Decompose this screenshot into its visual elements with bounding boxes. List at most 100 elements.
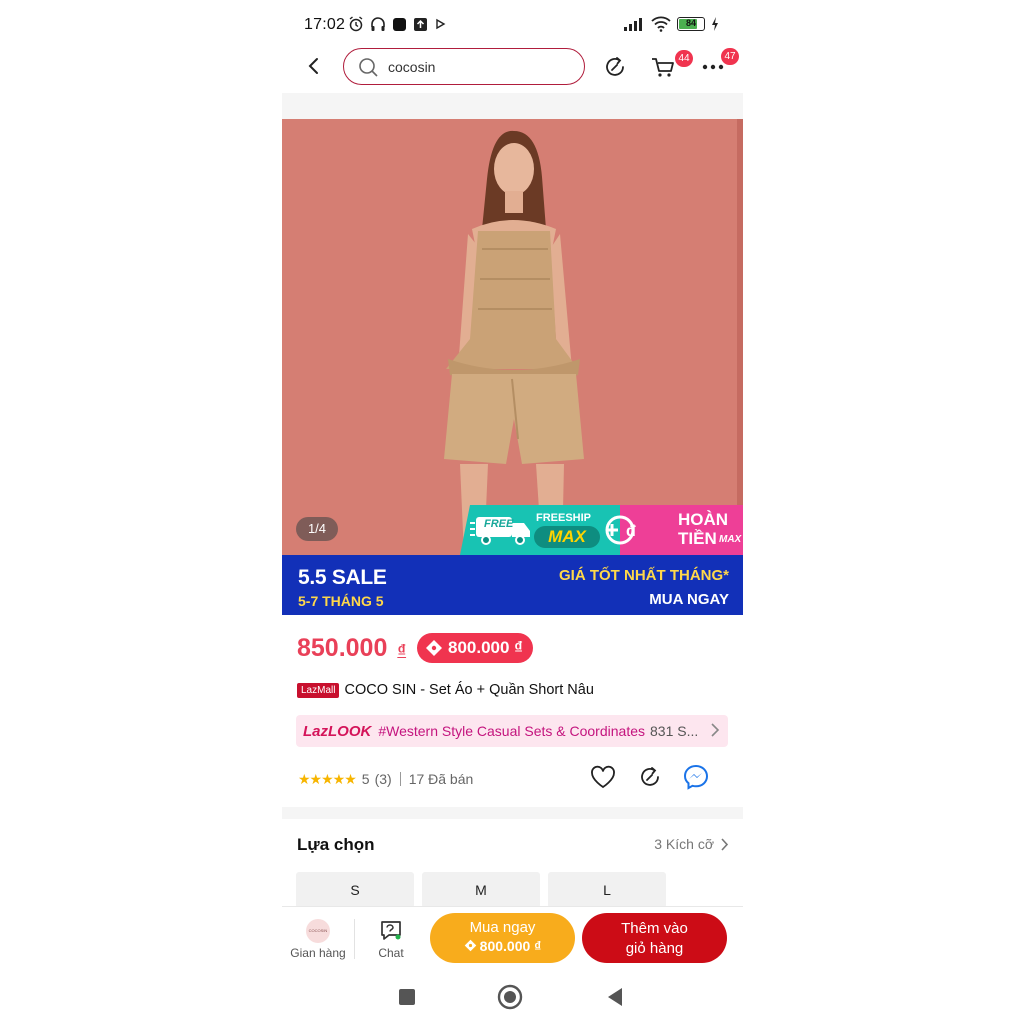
recents-button[interactable] [394,984,420,1010]
share-icon [641,767,659,786]
product-image[interactable]: 1/4 [282,119,743,555]
voucher-price-value: 800.000 ₫ [448,638,523,657]
product-title: COCO SIN - Set Áo + Quần Short Nâu [344,682,594,698]
phone-frame: 17:02 84 44 [282,0,743,1024]
share-icon [606,57,624,76]
store-label: Gian hàng [290,946,346,960]
chat-button[interactable]: Chat [362,919,420,960]
screen: 17:02 84 44 [0,0,1024,1024]
free-label: FREE [484,518,514,530]
sale-banner[interactable]: 5.5 SALE 5-7 THÁNG 5 GIÁ TỐT NHẤT THÁNG*… [282,555,743,615]
lazlook-tag: #Western Style Casual Sets & Coordinates [378,723,645,739]
voucher-icon [426,640,442,656]
product-price: 850.000 ₫ [297,634,406,663]
sale-dates: 5-7 THÁNG 5 [298,593,384,609]
spacer [282,807,743,819]
system-navigation-bar [282,970,743,1024]
divider [354,919,355,959]
freeship-max-label: MAX [534,526,600,548]
buy-now-label: Mua ngay [469,919,536,936]
wishlist-button[interactable] [588,762,618,792]
signal-icon [624,18,642,31]
price-value: 850.000 [297,634,388,662]
chevron-right-icon [721,837,729,851]
freeship-max-badge: FREE FREESHIP MAX [460,505,620,555]
lazlook-count: 831 S... [650,723,699,739]
wifi-icon [651,16,671,32]
size-option-s[interactable]: S [296,872,414,908]
status-icons-left [348,16,446,32]
rating-stars: ★★★★★ [298,770,357,787]
alarm-icon [349,16,363,32]
size-selector: S M L [296,872,666,908]
cart-count-badge: 44 [675,50,693,67]
hoan-tien-line1: HOÀN [678,510,729,529]
battery-icon: 84 [677,17,705,31]
search-input[interactable] [388,58,558,75]
model-photo [282,119,743,555]
buy-now-price: 800.000 ₫ [430,938,575,954]
search-bar[interactable] [343,48,585,85]
size-options-link[interactable]: 3 Kích cỡ [654,836,729,852]
size-option-m[interactable]: M [422,872,540,908]
system-back-button[interactable] [602,984,628,1010]
chevron-right-icon [711,723,720,737]
upload-app-icon [414,17,427,31]
add-to-cart-button[interactable]: Thêm vào giỏ hàng [582,913,727,963]
options-heading: Lựa chọn [297,835,375,854]
price-currency: ₫ [397,641,407,660]
buy-now-price-value: 800.000 ₫ [479,938,542,954]
cart-button[interactable] [648,52,678,82]
add-to-cart-line2: giỏ hàng [625,940,684,957]
home-button[interactable] [497,984,523,1010]
sale-tagline: GIÁ TỐT NHẤT THÁNG* [559,567,729,584]
headphones-icon [371,17,385,31]
store-button[interactable]: COCOSIN Gian hàng [288,919,348,960]
lazlook-brand: LazLOOK [303,722,372,740]
share-button[interactable] [600,52,630,82]
promo-badges: FREE FREESHIP MAX đ HOÀN TIỀN MAX [460,505,743,555]
freeship-label: FREESHIP [536,512,592,524]
bottom-action-bar: COCOSIN Gian hàng Chat Mua ngay 800.000 … [282,906,743,970]
square-icon [399,989,415,1005]
notification-app-icon [393,17,406,31]
chevron-left-icon [308,58,318,74]
top-nav: 44 47 [282,46,743,88]
lazlook-banner[interactable]: LazLOOK #Western Style Casual Sets & Coo… [296,715,728,747]
product-title-row: LazMall COCO SIN - Set Áo + Quần Short N… [297,682,594,698]
rating-row: ★★★★★ 5 (3) 17 Đã bán [298,764,738,790]
hoan-tien-max-badge: đ HOÀN TIỀN MAX [605,505,743,555]
sale-cta: MUA NGAY [649,591,729,608]
clock: 17:02 [304,16,346,33]
divider [399,772,401,786]
charging-icon [712,17,718,31]
add-to-cart-line1: Thêm vào [621,920,688,937]
image-page-indicator: 1/4 [296,517,338,541]
more-count-badge: 47 [721,48,739,65]
size-option-l[interactable]: L [548,872,666,908]
store-logo: COCOSIN [306,919,330,943]
voucher-price-badge[interactable]: 800.000 ₫ [417,633,533,663]
hoan-tien-line2: TIỀN [678,529,717,548]
back-button[interactable] [300,52,328,80]
search-icon [359,57,378,77]
messenger-share-button[interactable] [681,762,711,792]
rating-count[interactable]: (3) [375,771,392,787]
heart-icon [591,765,615,789]
share-product-button[interactable] [635,762,665,792]
home-circle-icon [497,984,523,1010]
triangle-back-icon [608,988,622,1006]
buy-now-button[interactable]: Mua ngay 800.000 ₫ [430,913,575,963]
refund-icon: đ [605,515,636,545]
sale-title: 5.5 SALE [298,566,387,589]
sold-count: 17 Đã bán [408,771,474,787]
spacer [282,93,743,119]
more-dots-icon [702,64,724,70]
voucher-icon [464,939,476,952]
lazmall-badge: LazMall [297,682,340,698]
messenger-icon [683,764,709,790]
status-icons-right: 84 [623,16,719,32]
hoan-tien-max-label: MAX [719,534,742,545]
chat-icon [381,921,401,940]
chat-label: Chat [378,946,404,960]
